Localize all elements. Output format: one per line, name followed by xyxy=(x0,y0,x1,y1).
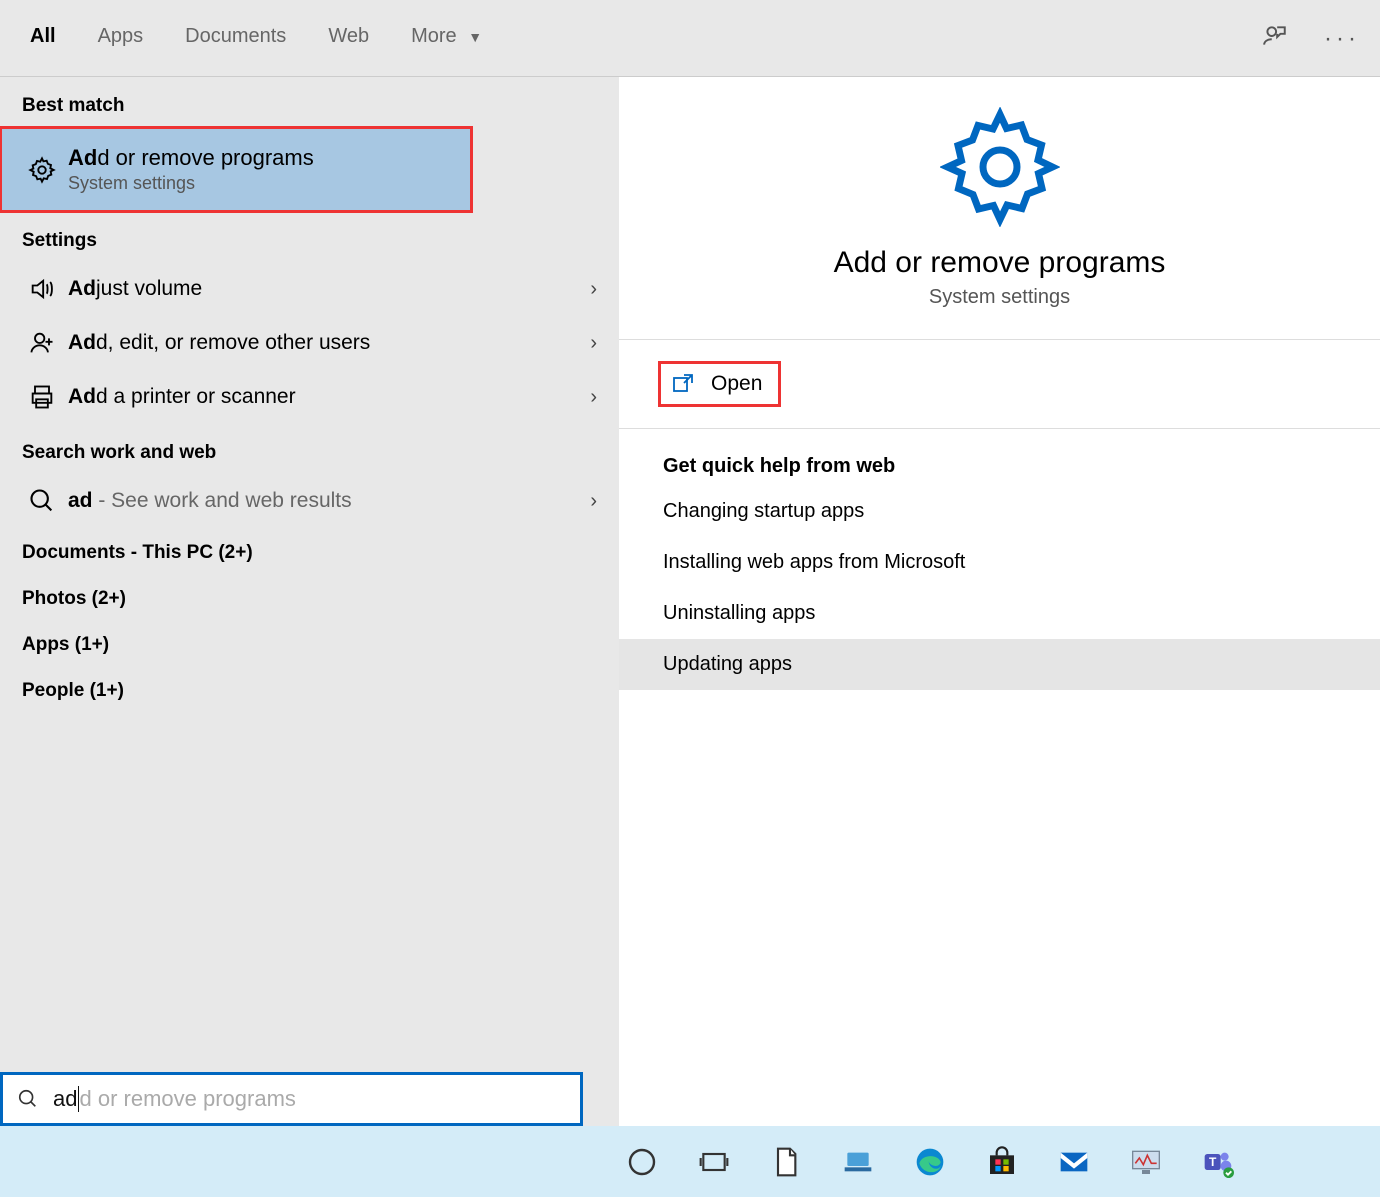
settings-item-users[interactable]: Add, edit, or remove other users › xyxy=(0,316,619,370)
search-input[interactable]: add or remove programs xyxy=(0,1072,583,1126)
quick-link-startup[interactable]: Changing startup apps xyxy=(619,486,1380,537)
chevron-right-icon: › xyxy=(590,332,597,355)
tab-apps[interactable]: Apps xyxy=(98,25,144,52)
gear-icon xyxy=(639,107,1360,232)
tab-more[interactable]: More ▼ xyxy=(411,25,482,52)
best-match-rest: d or remove programs xyxy=(97,145,313,170)
quick-link-uninstall[interactable]: Uninstalling apps xyxy=(619,588,1380,639)
item-label: d a printer or scanner xyxy=(96,385,296,408)
chevron-right-icon: › xyxy=(590,490,597,513)
feedback-icon[interactable] xyxy=(1262,23,1288,54)
search-icon xyxy=(17,1088,39,1110)
tab-more-label: More xyxy=(411,25,457,47)
settings-item-volume[interactable]: Adjust volume › xyxy=(0,262,619,316)
results-panel: Best match Add or remove programs System… xyxy=(0,77,619,1126)
store-icon[interactable] xyxy=(980,1140,1024,1184)
filter-tabs: All Apps Documents Web More ▼ ··· xyxy=(0,0,1380,77)
open-label: Open xyxy=(711,372,762,396)
svg-text:T: T xyxy=(1209,1155,1217,1169)
volume-icon xyxy=(22,275,62,303)
group-photos[interactable]: Photos (2+) xyxy=(0,574,619,620)
search-typed: ad xyxy=(53,1086,77,1112)
settings-item-printer[interactable]: Add a printer or scanner › xyxy=(0,370,619,424)
monitor-app-icon[interactable] xyxy=(1124,1140,1168,1184)
tab-web[interactable]: Web xyxy=(328,25,369,52)
detail-title: Add or remove programs xyxy=(639,246,1360,280)
group-people[interactable]: People (1+) xyxy=(0,666,619,712)
best-match-item[interactable]: Add or remove programs System settings xyxy=(0,127,472,212)
open-button[interactable]: Open xyxy=(659,362,780,406)
chevron-right-icon: › xyxy=(590,278,597,301)
search-icon xyxy=(22,487,62,515)
item-label: d, edit, or remove other users xyxy=(96,331,370,354)
item-label: Ad xyxy=(68,385,96,408)
printer-icon xyxy=(22,383,62,411)
quick-link-webapps[interactable]: Installing web apps from Microsoft xyxy=(619,537,1380,588)
group-documents[interactable]: Documents - This PC (2+) xyxy=(0,528,619,574)
web-search-item[interactable]: ad - See work and web results › xyxy=(0,474,619,528)
quick-link-update[interactable]: Updating apps xyxy=(619,639,1380,690)
laptop-app-icon[interactable] xyxy=(836,1140,880,1184)
best-match-sub: System settings xyxy=(68,173,450,194)
open-icon xyxy=(671,372,695,396)
chevron-right-icon: › xyxy=(590,386,597,409)
item-label: just volume xyxy=(96,277,202,300)
gear-icon xyxy=(22,156,62,184)
teams-icon[interactable]: T xyxy=(1196,1140,1240,1184)
item-label: ad xyxy=(68,489,93,512)
mail-icon[interactable] xyxy=(1052,1140,1096,1184)
tab-documents[interactable]: Documents xyxy=(185,25,286,52)
task-view-icon[interactable] xyxy=(692,1140,736,1184)
section-search-web: Search work and web xyxy=(0,424,619,474)
group-apps[interactable]: Apps (1+) xyxy=(0,620,619,666)
item-label: Ad xyxy=(68,277,96,300)
person-add-icon xyxy=(22,329,62,357)
detail-panel: Add or remove programs System settings O… xyxy=(619,77,1380,1126)
search-ghost: d or remove programs xyxy=(79,1086,295,1112)
section-best-match: Best match xyxy=(0,77,619,127)
document-app-icon[interactable] xyxy=(764,1140,808,1184)
taskbar: T xyxy=(0,1126,1380,1197)
quick-help-heading: Get quick help from web xyxy=(619,429,1380,486)
edge-icon[interactable] xyxy=(908,1140,952,1184)
item-label: Ad xyxy=(68,331,96,354)
best-match-bold: Ad xyxy=(68,145,97,170)
item-sublabel: - See work and web results xyxy=(93,489,352,512)
cortana-icon[interactable] xyxy=(620,1140,664,1184)
detail-subtitle: System settings xyxy=(639,286,1360,309)
chevron-down-icon: ▼ xyxy=(468,29,482,45)
tab-all[interactable]: All xyxy=(30,25,56,52)
section-settings: Settings xyxy=(0,212,619,262)
more-options-icon[interactable]: ··· xyxy=(1324,25,1360,53)
